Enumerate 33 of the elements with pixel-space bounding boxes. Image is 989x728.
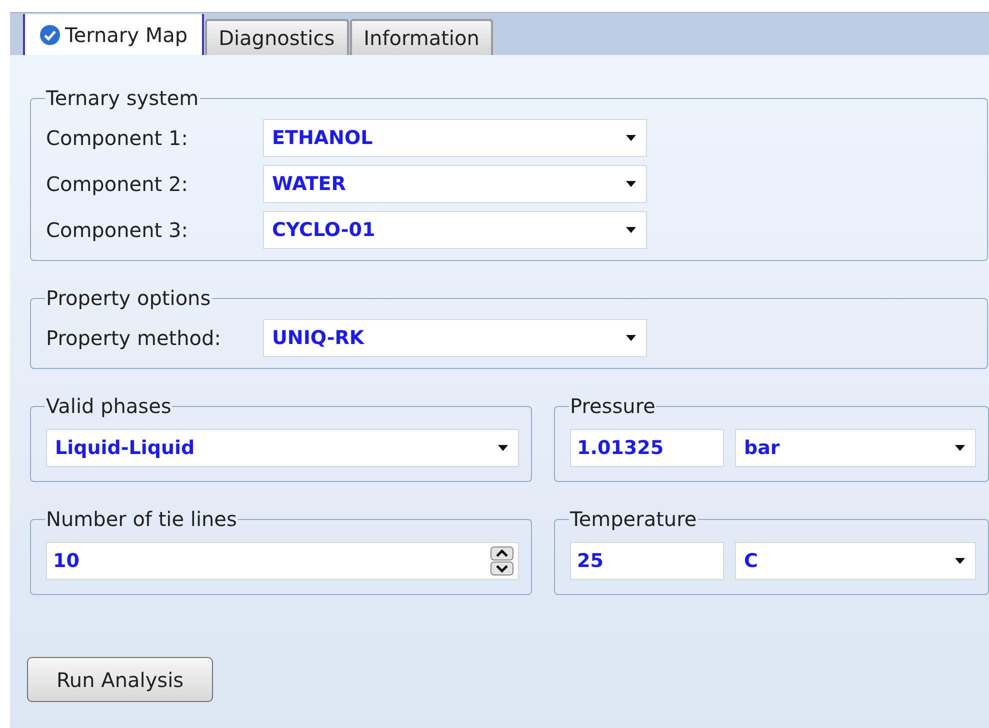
caret-icon <box>626 227 636 233</box>
caret-icon <box>955 558 965 564</box>
spin-box[interactable]: 10 <box>46 542 519 580</box>
dropdown[interactable]: CYCLO-01 <box>263 211 647 249</box>
tab[interactable]: Diagnostics <box>204 19 349 55</box>
caret-icon <box>955 445 965 451</box>
check-icon <box>39 24 61 46</box>
run-analysis-button[interactable]: Run Analysis <box>27 657 213 702</box>
field-label: Component 2: <box>46 171 189 198</box>
dropdown[interactable]: WATER <box>263 165 647 203</box>
caret-icon <box>626 181 636 187</box>
dropdown[interactable]: C <box>735 542 976 580</box>
input-field[interactable]: 25 <box>570 542 724 580</box>
field-label: Property method: <box>46 325 222 352</box>
dropdown[interactable]: ETHANOL <box>263 119 647 157</box>
field-label: Component 1: <box>46 125 189 152</box>
tab[interactable]: Information <box>350 19 494 55</box>
group-title: Valid phases <box>45 394 172 418</box>
input-field[interactable]: 1.01325 <box>570 429 724 467</box>
caret-icon <box>498 445 508 451</box>
caret-icon <box>626 335 636 341</box>
group-title: Pressure <box>569 394 656 418</box>
spinner-arrows-icon[interactable] <box>490 546 514 576</box>
dropdown[interactable]: UNIQ-RK <box>263 319 647 357</box>
group-title: Number of tie lines <box>45 507 238 531</box>
tab[interactable]: Ternary Map <box>23 14 204 56</box>
field-label: Component 3: <box>46 217 189 244</box>
dropdown[interactable]: bar <box>735 429 976 467</box>
group-title: Temperature <box>569 507 698 531</box>
dropdown[interactable]: Liquid-Liquid <box>46 429 519 467</box>
group-title: Property options <box>45 286 212 310</box>
group-title: Ternary system <box>45 86 200 110</box>
caret-icon <box>626 135 636 141</box>
